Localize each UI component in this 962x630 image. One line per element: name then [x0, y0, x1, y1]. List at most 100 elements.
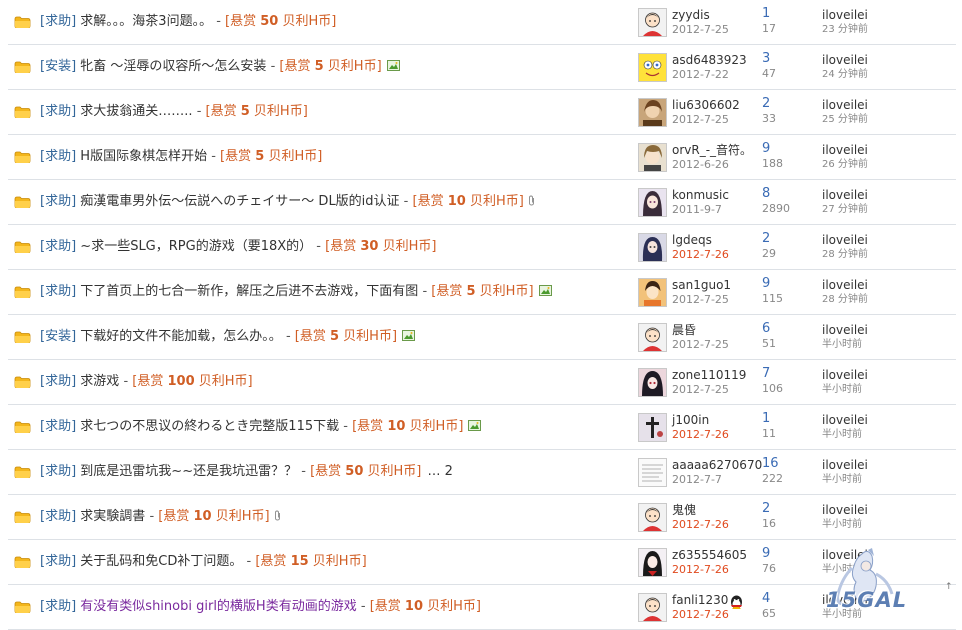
author-avatar[interactable]	[638, 593, 667, 622]
author-name[interactable]: 鬼傀	[672, 503, 696, 518]
author-avatar[interactable]	[638, 98, 667, 127]
author-avatar[interactable]	[638, 458, 667, 487]
author-avatar[interactable]	[638, 323, 667, 352]
reply-count[interactable]: 8	[762, 186, 770, 201]
last-post-time[interactable]: 半小时前	[822, 518, 862, 531]
author-avatar[interactable]	[638, 548, 667, 577]
last-poster[interactable]: iloveilei	[822, 278, 868, 293]
author-name[interactable]: lgdeqs	[672, 233, 712, 248]
last-post-time[interactable]: 半小时前	[822, 383, 862, 396]
thread-title-link[interactable]: 有没有类似shinobi girl的横版H类有动画的游戏	[80, 599, 356, 614]
thread-category-link[interactable]: [求助]	[40, 194, 76, 209]
thread-title-link[interactable]: ~求一些SLG，RPG的游戏（要18X的）	[80, 239, 312, 254]
last-post-time[interactable]: 23 分钟前	[822, 23, 868, 36]
reward-amount: 5	[255, 149, 265, 164]
last-post-time[interactable]: 25 分钟前	[822, 113, 868, 126]
thread-category-link[interactable]: [求助]	[40, 509, 76, 524]
author-avatar[interactable]	[638, 413, 667, 442]
last-poster[interactable]: iloveilei	[822, 368, 868, 383]
author-name[interactable]: j100in	[672, 413, 709, 428]
last-post-time[interactable]: 半小时前	[822, 428, 862, 441]
reply-count[interactable]: 6	[762, 321, 770, 336]
reply-count[interactable]: 9	[762, 276, 770, 291]
page-links[interactable]: … 2	[428, 464, 453, 479]
thread-title-link[interactable]: 关于乱码和免CD补丁问题。	[80, 554, 242, 569]
author-avatar[interactable]	[638, 53, 667, 82]
last-poster[interactable]: iloveilei	[822, 53, 868, 68]
thread-category-link[interactable]: [求助]	[40, 554, 76, 569]
thread-category-link[interactable]: [安装]	[40, 59, 76, 74]
author-avatar[interactable]	[638, 368, 667, 397]
reply-count[interactable]: 2	[762, 231, 770, 246]
last-poster[interactable]: iloveilei	[822, 98, 868, 113]
author-avatar[interactable]	[638, 503, 667, 532]
author-avatar[interactable]	[638, 143, 667, 172]
thread-title-link[interactable]: 求大拔翁通关……..	[80, 104, 192, 119]
author-name[interactable]: liu6306602	[672, 98, 740, 113]
reply-count[interactable]: 1	[762, 411, 770, 426]
last-poster[interactable]: iloveilei	[822, 323, 868, 338]
last-post-time[interactable]: 28 分钟前	[822, 248, 868, 261]
separator-dash: -	[192, 104, 206, 119]
thread-title-link[interactable]: 求実験調書	[80, 509, 145, 524]
reply-count[interactable]: 3	[762, 51, 770, 66]
author-name[interactable]: zone110119	[672, 368, 746, 383]
reply-count[interactable]: 7	[762, 366, 770, 381]
last-post-time[interactable]: 24 分钟前	[822, 68, 868, 81]
last-poster[interactable]: iloveilei	[822, 8, 868, 23]
author-name[interactable]: fanli1230	[672, 593, 728, 608]
author-name[interactable]: zyydis	[672, 8, 710, 23]
last-poster[interactable]: iloveilei	[822, 233, 868, 248]
reply-count[interactable]: 9	[762, 141, 770, 156]
thread-category-link[interactable]: [求助]	[40, 149, 76, 164]
author-avatar[interactable]	[638, 8, 667, 37]
thread-title-link[interactable]: 牝畜 ～淫辱の収容所～怎么安装	[80, 59, 266, 74]
thread-title-link[interactable]: 下了首页上的七合一新作，解压之后进不去游戏，下面有图	[80, 284, 418, 299]
author-name[interactable]: z635554605	[672, 548, 747, 563]
thread-title-link[interactable]: 下载好的文件不能加载，怎么办。。	[80, 329, 282, 344]
thread-category-link[interactable]: [求助]	[40, 239, 76, 254]
last-poster[interactable]: iloveilei	[822, 188, 868, 203]
author-name[interactable]: aaaaa6270670	[672, 458, 762, 473]
post-date: 2012-7-26	[672, 563, 729, 576]
thread-category-link[interactable]: [求助]	[40, 599, 76, 614]
reply-count[interactable]: 2	[762, 96, 770, 111]
qq-penguin-icon[interactable]	[728, 594, 745, 611]
thread-category-link[interactable]: [求助]	[40, 419, 76, 434]
thread-title-link[interactable]: 求游戏	[80, 374, 119, 389]
thread-category-link[interactable]: [求助]	[40, 104, 76, 119]
author-name[interactable]: konmusic	[672, 188, 729, 203]
thread-title-link[interactable]: 到底是迅雷坑我~~还是我坑迅雷？？	[80, 464, 297, 479]
reply-count[interactable]: 16	[762, 456, 779, 471]
scroll-up-marker[interactable]: ↑	[945, 582, 953, 592]
thread-title-link[interactable]: 求解。。。海茶3问题。。	[80, 14, 212, 29]
thread-category-link[interactable]: [求助]	[40, 284, 76, 299]
thread-title-link[interactable]: H版国际象棋怎样开始	[80, 149, 207, 164]
author-name[interactable]: san1guo1	[672, 278, 731, 293]
last-poster[interactable]: iloveilei	[822, 503, 868, 518]
thread-title-link[interactable]: 求七つの不思议の終わるとき完整版115下载	[80, 419, 339, 434]
last-poster[interactable]: iloveilei	[822, 458, 868, 473]
reply-count[interactable]: 2	[762, 501, 770, 516]
author-name[interactable]: orvR_-_音符。	[672, 143, 752, 158]
author-name[interactable]: asd6483923	[672, 53, 747, 68]
last-post-time[interactable]: 半小时前	[822, 338, 862, 351]
last-post-time[interactable]: 26 分钟前	[822, 158, 868, 171]
thread-category-link[interactable]: [求助]	[40, 464, 76, 479]
last-post-time[interactable]: 27 分钟前	[822, 203, 868, 216]
author-avatar[interactable]	[638, 188, 667, 217]
thread-title-link[interactable]: 痴漢電車男外伝～伝説へのチェイサー～ DL版的id认证	[80, 194, 399, 209]
author-name[interactable]: 晨昏	[672, 323, 696, 338]
thread-category-link[interactable]: [求助]	[40, 14, 76, 29]
reply-count[interactable]: 4	[762, 591, 770, 606]
last-poster[interactable]: iloveilei	[822, 413, 868, 428]
thread-category-link[interactable]: [安装]	[40, 329, 76, 344]
reply-count[interactable]: 1	[762, 6, 770, 21]
last-post-time[interactable]: 半小时前	[822, 473, 862, 486]
thread-category-link[interactable]: [求助]	[40, 374, 76, 389]
last-post-time[interactable]: 28 分钟前	[822, 293, 868, 306]
last-poster[interactable]: iloveilei	[822, 143, 868, 158]
reply-count[interactable]: 9	[762, 546, 770, 561]
author-avatar[interactable]	[638, 278, 667, 307]
author-avatar[interactable]	[638, 233, 667, 262]
